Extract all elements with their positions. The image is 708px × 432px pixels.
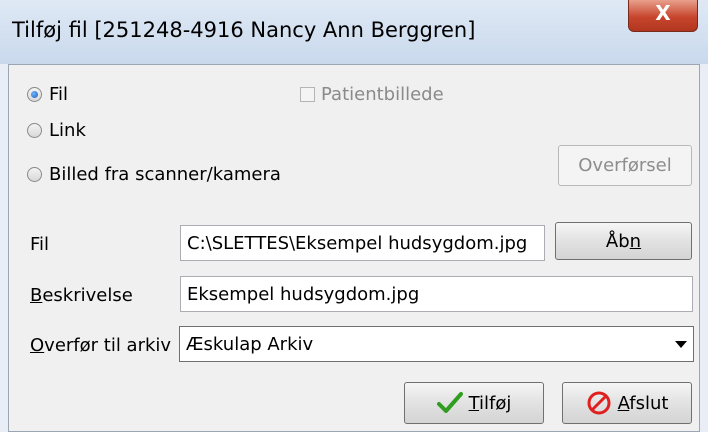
description-input[interactable]: Eksempel hudsygdom.jpg	[180, 276, 693, 312]
checkbox-box[interactable]	[300, 87, 315, 102]
close-window-button[interactable]: X	[628, 0, 698, 32]
add-button-label: Tilføj	[468, 392, 512, 414]
radio-link[interactable]: Link	[27, 120, 86, 141]
archive-select[interactable]: Æskulap Arkiv	[179, 326, 694, 362]
dialog-body: Fil Link Billed fra scanner/kamera Patie…	[8, 64, 700, 432]
radio-button-selected[interactable]	[27, 87, 42, 102]
open-button[interactable]: Åbn	[555, 222, 692, 260]
file-label: Fil	[30, 234, 50, 255]
archive-selected-value: Æskulap Arkiv	[186, 334, 314, 355]
window-title: Tilføj fil [251248-4916 Nancy Ann Berggr…	[12, 18, 476, 42]
chevron-down-icon[interactable]	[675, 341, 687, 348]
checkmark-icon	[436, 392, 463, 413]
description-label: Beskrivelse	[30, 285, 133, 306]
title-bar: Tilføj fil [251248-4916 Nancy Ann Berggr…	[0, 0, 708, 64]
radio-label: Fil	[49, 84, 69, 105]
file-path-input[interactable]: C:\SLETTES\Eksempel hudsygdom.jpg	[180, 225, 545, 261]
radio-fil[interactable]: Fil	[27, 84, 68, 105]
radio-label: Billed fra scanner/kamera	[49, 164, 281, 185]
radio-button[interactable]	[27, 123, 42, 138]
checkbox-label: Patientbillede	[321, 84, 444, 105]
radio-scanner[interactable]: Billed fra scanner/kamera	[27, 164, 281, 185]
open-button-label: Åbn	[605, 230, 642, 252]
radio-button[interactable]	[27, 167, 42, 182]
close-icon: X	[655, 1, 671, 25]
radio-label: Link	[49, 120, 86, 141]
archive-label: Overfør til arkiv	[30, 335, 172, 356]
transfer-button[interactable]: Overførsel	[558, 145, 692, 186]
close-button-label: Afslut	[617, 392, 669, 414]
close-button[interactable]: Afslut	[562, 382, 692, 424]
stop-icon	[587, 391, 611, 415]
patient-image-checkbox[interactable]: Patientbillede	[300, 84, 444, 105]
add-button[interactable]: Tilføj	[404, 382, 544, 424]
